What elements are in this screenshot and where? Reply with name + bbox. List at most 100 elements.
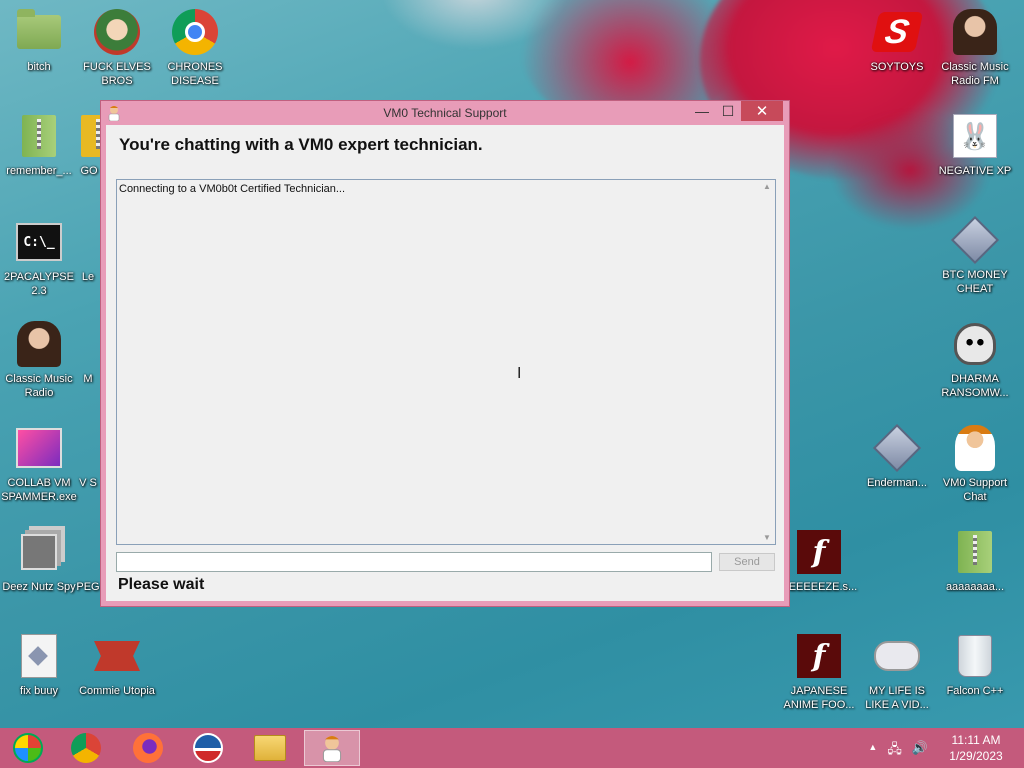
partial-icon (74, 528, 102, 576)
desktop-icon-reeeeeze[interactable]: f REEEEEZE.s... (780, 528, 858, 594)
desktop-icon-label: REEEEEZE.s... (780, 581, 858, 593)
folder-icon (15, 8, 63, 56)
desktop-icon-bitch[interactable]: bitch (0, 8, 78, 74)
scroll-down-arrow-icon[interactable]: ▼ (761, 533, 773, 542)
taskbar-file-explorer[interactable] (242, 730, 298, 766)
desktop-icon-classic-music-radio-fm[interactable]: Classic Music Radio FM (936, 8, 1014, 88)
close-button[interactable]: ✕ (741, 101, 783, 121)
desktop-icon-label: Deez Nutz Spy (2, 581, 76, 593)
taskbar-firefox[interactable] (120, 730, 176, 766)
desktop-icon-fix-buuy[interactable]: fix buuy (0, 632, 78, 698)
taskbar-vm0-support[interactable] (304, 730, 360, 766)
desktop-icon-classic-music-radio[interactable]: Classic Music Radio (0, 320, 78, 400)
elf-icon (93, 8, 141, 56)
desktop-icon-remember[interactable]: remember_... (0, 112, 78, 178)
flash-icon: f (795, 528, 843, 576)
window-titlebar[interactable]: VM0 Technical Support — ☐ ✕ (101, 101, 789, 125)
desktop-icon-label: Classic Music Radio (5, 373, 73, 399)
scroll-up-arrow-icon[interactable]: ▲ (761, 182, 773, 191)
commie-icon (93, 632, 141, 680)
volume-icon[interactable]: 🔊 (912, 740, 928, 762)
desktop-icon-japanese-anime-foo[interactable]: f JAPANESE ANIME FOO... (780, 632, 858, 712)
zip-folder-icon (15, 112, 63, 160)
desktop-icon-label: VM0 Support Chat (942, 477, 1008, 503)
cmd-icon: C:\_ (15, 218, 63, 266)
clock[interactable]: 11:11 AM 1/29/2023 (940, 732, 1012, 764)
send-button[interactable]: Send (719, 553, 775, 571)
vm0-support-window: VM0 Technical Support — ☐ ✕ You're chatt… (100, 100, 790, 607)
desktop-icon-label: M (83, 373, 93, 385)
chat-log-text: Connecting to a VM0b0t Certified Technic… (119, 183, 346, 195)
maximize-button[interactable]: ☐ (715, 101, 741, 121)
desktop-icon-label: Classic Music Radio FM (941, 61, 1009, 87)
desktop-icon-label: Le (81, 271, 95, 283)
partial-icon (74, 320, 102, 368)
flash-icon: f (795, 632, 843, 680)
desktop-icon-dharma-ransomware[interactable]: DHARMA RANSOMW... (936, 320, 1014, 400)
desktop-icon-vs-partial[interactable]: V S (74, 424, 102, 490)
minimize-button[interactable]: — (689, 101, 715, 121)
desktop-icon-deez-nutz-spy[interactable]: Deez Nutz Spy (0, 528, 78, 594)
chrome-icon (171, 8, 219, 56)
skull-icon (951, 320, 999, 368)
gamepad-icon (873, 632, 921, 680)
technician-icon (951, 424, 999, 472)
chat-log[interactable]: Connecting to a VM0b0t Certified Technic… (116, 179, 776, 545)
desktop-icon-my-life-is-like-a-vid[interactable]: MY LIFE IS LIKE A VID... (858, 632, 936, 712)
zip-folder-icon (951, 528, 999, 576)
desktop-icon-peg-partial[interactable]: PEG (74, 528, 102, 594)
document-icon (15, 632, 63, 680)
network-icon[interactable]: 🖧 (887, 740, 902, 762)
desktop-icon-label: JAPANESE ANIME FOO... (783, 685, 855, 711)
desktop-icon-label: Commie Utopia (79, 685, 155, 697)
start-button[interactable] (0, 730, 56, 766)
desktop-icon-falcon-cpp[interactable]: Falcon C++ (936, 632, 1014, 698)
system-tray: ▲ 🖧 🔊 (868, 740, 928, 762)
file-explorer-icon (254, 735, 286, 761)
status-text: Please wait (118, 576, 205, 593)
desktop-icon-label: BTC MONEY CHEAT (942, 269, 1008, 295)
desktop-icon-negative-xp[interactable]: 🐰 NEGATIVE XP (936, 112, 1014, 178)
desktop-icon-soytoys[interactable]: S SOYTOYS (858, 8, 936, 74)
desktop-icon-label: aaaaaaaa... (945, 581, 1005, 593)
desktop-icon-label: fix buuy (20, 685, 58, 697)
partial-icon (74, 424, 102, 472)
desktop-icon-le-partial[interactable]: Le (74, 218, 102, 284)
taskbar-obama[interactable] (180, 730, 236, 766)
desktop-icon-enderman[interactable]: Enderman... (858, 423, 936, 490)
desktop-icon-btc-money-cheat[interactable]: BTC MONEY CHEAT (936, 215, 1014, 296)
soytoys-icon: S (870, 8, 924, 56)
portrait-icon (15, 320, 63, 368)
desktop-icon-label: DHARMA RANSOMW... (941, 373, 1009, 399)
chrome-icon (71, 733, 101, 763)
desktop-icon-2pacalypse[interactable]: C:\_ 2PACALYPSE 2.3 (0, 218, 78, 298)
bunny-icon: 🐰 (951, 112, 999, 160)
desktop-icon-label: COLLAB VM SPAMMER.exe (1, 477, 77, 503)
obama-icon (193, 733, 223, 763)
collab-icon (15, 424, 63, 472)
desktop-icon-aaaaaaaa[interactable]: aaaaaaaa... (936, 528, 1014, 594)
desktop-icon-m-partial[interactable]: M (74, 320, 102, 386)
gem-icon (872, 423, 922, 473)
desktop-icon-label: CHRONES DISEASE (167, 61, 223, 87)
window-title: VM0 Technical Support (383, 106, 507, 120)
chat-heading: You're chatting with a VM0 expert techni… (119, 135, 483, 154)
desktop-icon-fuck-elves-bros[interactable]: FUCK ELVES BROS (78, 8, 156, 88)
desktop-icon-label: Enderman... (867, 477, 927, 489)
desktop-icon-label: remember_... (6, 165, 72, 177)
desktop-icon-label: FUCK ELVES BROS (83, 61, 151, 87)
desktop-icon-collab-vm-spammer[interactable]: COLLAB VM SPAMMER.exe (0, 424, 78, 504)
taskbar-chrome[interactable] (58, 730, 114, 766)
desktop-icon-label: V S (79, 477, 97, 489)
desktop-icon-chrones-disease[interactable]: CHRONES DISEASE (156, 8, 234, 88)
vm0-support-icon (322, 736, 342, 762)
desktop-icon-vm0-support-chat[interactable]: VM0 Support Chat (936, 424, 1014, 504)
desktop-icon-commie-utopia[interactable]: Commie Utopia (78, 632, 156, 698)
start-orb-icon (13, 733, 43, 763)
message-input[interactable] (116, 552, 712, 572)
gem-icon (950, 215, 1000, 265)
desktop-icon-label: PEG (76, 581, 100, 593)
trash-icon (951, 632, 999, 680)
tray-overflow-arrow-icon[interactable]: ▲ (868, 740, 877, 762)
desktop-icon-label: bitch (27, 61, 51, 73)
